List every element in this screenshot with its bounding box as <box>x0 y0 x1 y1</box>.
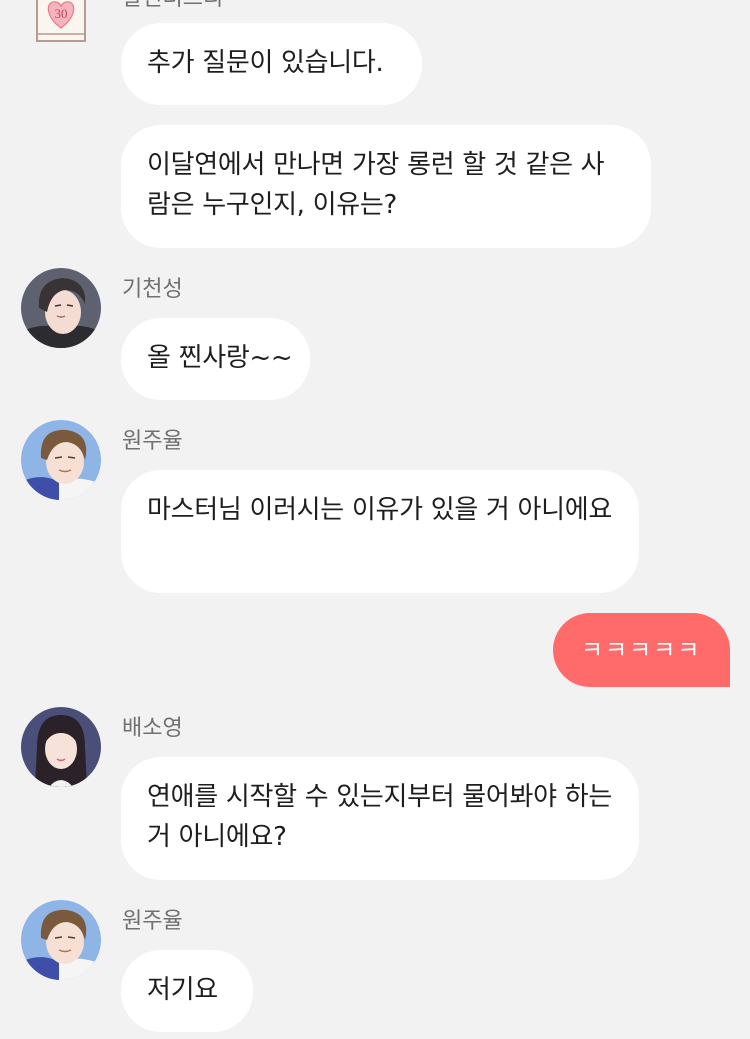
avatar-wonjuyul[interactable] <box>21 900 101 980</box>
my-message-bubble[interactable]: ㅋㅋㅋㅋㅋ <box>553 613 730 687</box>
calendar-heart-avatar-icon[interactable]: 30 <box>36 0 86 42</box>
calendar-badge-text: 30 <box>55 6 68 21</box>
message-bubble[interactable]: 올 찐사랑~~ <box>121 318 310 400</box>
message-bubble[interactable]: 저기요 <box>121 950 253 1032</box>
message-bubble[interactable]: 연애를 시작할 수 있는지부터 물어봐야 하는거 아니에요? <box>121 757 639 880</box>
sender-name: 원주율 <box>122 909 183 934</box>
sender-name: 배소영 <box>122 716 183 741</box>
sender-name: 기천성 <box>122 277 183 302</box>
sender-name: 원주율 <box>122 429 183 454</box>
avatar-gicheonseong[interactable] <box>21 268 101 348</box>
avatar-wonjuyul[interactable] <box>21 420 101 500</box>
message-bubble[interactable]: 마스터님 이러시는 이유가 있을 거 아니에요 <box>121 470 639 593</box>
avatar-baesoyoung[interactable] <box>21 707 101 787</box>
sender-name: 칼린더프리 <box>122 0 223 12</box>
message-bubble[interactable]: 이달연에서 만나면 가장 롱런 할 것 같은 사람은 누구인지, 이유는? <box>121 125 651 248</box>
message-bubble[interactable]: 추가 질문이 있습니다. <box>121 23 422 105</box>
